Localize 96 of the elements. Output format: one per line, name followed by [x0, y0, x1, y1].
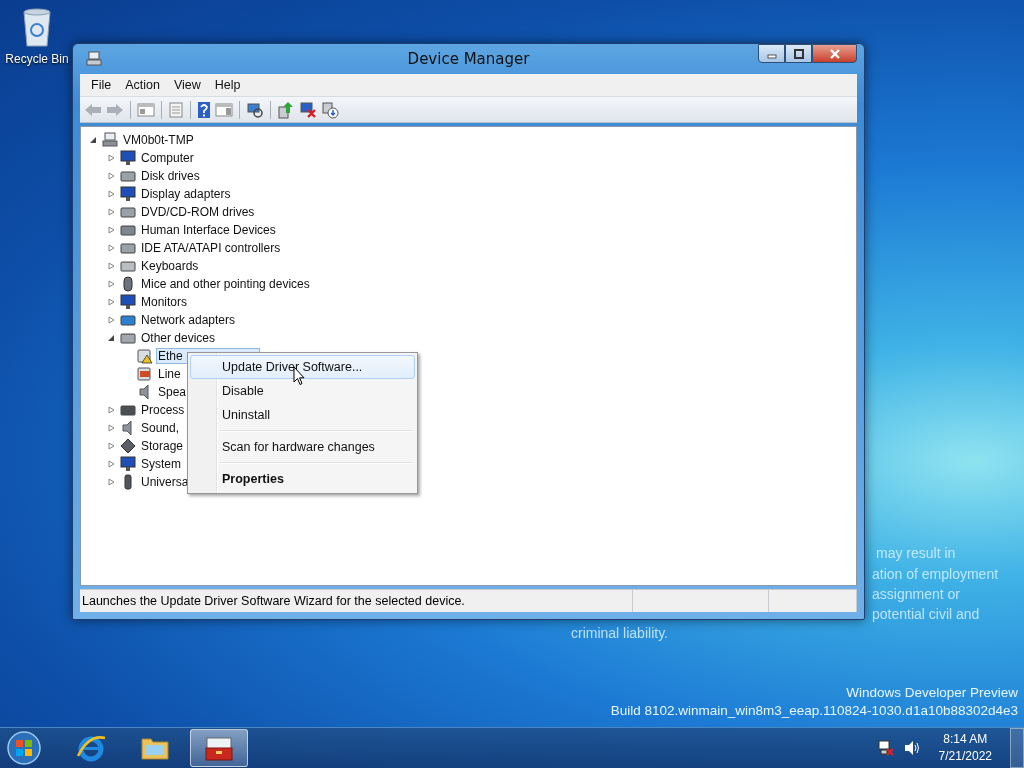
expand-arrow-icon[interactable] [107, 172, 115, 180]
expand-arrow-icon[interactable] [107, 262, 115, 270]
start-orb-icon[interactable] [6, 730, 42, 766]
desktop-notice-text: may result in [876, 545, 956, 561]
back-arrow-icon[interactable] [84, 101, 102, 118]
forward-arrow-icon[interactable] [106, 101, 124, 118]
clock-time[interactable]: 8:14 AM [943, 731, 988, 748]
toolbox-taskbar-button[interactable] [190, 729, 248, 767]
tree-item[interactable]: Sound, [139, 420, 182, 436]
update-driver-icon[interactable] [277, 100, 295, 119]
device-icon [120, 294, 136, 310]
device-icon [120, 186, 136, 202]
device-icon [120, 438, 136, 454]
maximize-button[interactable] [785, 44, 812, 63]
context-menu-item[interactable]: Update Driver Software... [190, 355, 415, 379]
build-info-text: Build 8102.winmain_win8m3_eeap.110824-1030.d1a10b88302d4e3 [610, 703, 1018, 718]
expand-arrow-icon[interactable] [107, 442, 115, 450]
close-icon [828, 48, 841, 59]
expand-arrow-icon[interactable] [107, 154, 115, 162]
device-icon [137, 366, 153, 382]
expand-arrow-icon[interactable] [107, 280, 115, 288]
expand-arrow-icon[interactable] [107, 244, 115, 252]
tree-item[interactable]: DVD/CD-ROM drives [139, 204, 257, 220]
menu-item[interactable]: Action [118, 78, 167, 92]
device-icon [120, 402, 136, 418]
window-title: Device Manager [407, 50, 530, 68]
uninstall-device-icon[interactable] [299, 100, 317, 119]
context-menu-item[interactable]: Disable [190, 379, 415, 403]
context-menu-item[interactable]: Properties [190, 467, 415, 491]
scan-hardware-icon[interactable] [246, 101, 264, 118]
expand-arrow-icon[interactable] [107, 298, 115, 306]
tree-item[interactable]: Other devices [139, 330, 218, 346]
menu-item[interactable]: View [166, 78, 208, 92]
tree-item[interactable]: Monitors [139, 294, 189, 310]
volume-icon[interactable] [902, 740, 921, 756]
build-info-text: Windows Developer Preview [846, 685, 1018, 700]
desktop-notice-text: ation of employment [872, 566, 999, 582]
action-pane-icon[interactable] [215, 101, 233, 118]
network-disconnected-icon[interactable] [876, 739, 895, 757]
show-desktop-button[interactable] [1010, 728, 1024, 768]
device-icon [120, 312, 136, 328]
context-menu-item[interactable]: Scan for hardware changes [190, 435, 415, 459]
tree-item[interactable]: System [139, 456, 183, 472]
device-icon [137, 348, 153, 364]
enable-device-icon[interactable] [321, 100, 339, 119]
tree-item[interactable]: VM0b0t-TMP [121, 132, 196, 148]
tree-item[interactable]: Line [156, 366, 183, 382]
computer-icon [102, 132, 118, 148]
device-icon [120, 222, 136, 238]
tree-item[interactable]: Keyboards [139, 258, 201, 274]
device-icon [120, 456, 136, 472]
tree-item[interactable]: IDE ATA/ATAPI controllers [139, 240, 283, 256]
tree-item[interactable]: Spea [156, 384, 189, 400]
maximize-icon [793, 48, 804, 59]
desktop-notice-text: potential civil and [872, 606, 980, 622]
tree-item[interactable]: Human Interface Devices [139, 222, 278, 238]
tree-item[interactable]: Mice and other pointing devices [139, 276, 312, 292]
expand-arrow-icon[interactable] [107, 208, 115, 216]
close-button[interactable] [812, 44, 857, 63]
menu-item[interactable]: File [84, 78, 119, 92]
expand-arrow-icon[interactable] [107, 316, 115, 324]
tree-item[interactable]: Storage [139, 438, 186, 454]
properties-sheet-icon[interactable] [168, 101, 184, 118]
device-icon [120, 330, 136, 346]
expand-arrow-icon[interactable] [107, 406, 115, 414]
menu-item[interactable]: Help [207, 78, 248, 92]
device-icon [120, 240, 136, 256]
status-bar-text: Launches the Update Driver Software Wizard for the selected device. [80, 590, 633, 612]
tree-item[interactable]: Computer [139, 150, 196, 166]
minimize-button[interactable] [758, 44, 785, 63]
desktop-notice-text: criminal liability. [571, 625, 668, 641]
context-menu-item[interactable]: Uninstall [190, 403, 415, 427]
device-icon [120, 150, 136, 166]
device-icon [120, 258, 136, 274]
expand-arrow-icon[interactable] [107, 424, 115, 432]
expand-arrow-icon[interactable] [107, 478, 115, 486]
tree-item[interactable]: Display adapters [139, 186, 233, 202]
collapse-arrow-icon[interactable] [89, 136, 97, 144]
desktop-notice-text: assignment or [872, 586, 960, 602]
tree-item[interactable]: Network adapters [139, 312, 238, 328]
device-icon [120, 168, 136, 184]
tree-item[interactable]: Universa [139, 474, 191, 490]
device-icon [120, 276, 136, 292]
tree-item[interactable]: Process [139, 402, 187, 418]
device-icon [120, 204, 136, 220]
computer-icon [86, 51, 102, 67]
expand-arrow-icon[interactable] [107, 190, 115, 198]
expand-arrow-icon[interactable] [107, 460, 115, 468]
clock-date[interactable]: 7/21/2022 [938, 748, 992, 765]
tree-item[interactable]: Disk drives [139, 168, 202, 184]
help-icon[interactable] [197, 100, 211, 119]
expand-arrow-icon[interactable] [107, 226, 115, 234]
collapse-arrow-icon[interactable] [107, 334, 115, 342]
trash-bin-icon[interactable] [20, 6, 54, 48]
console-tree-icon[interactable] [137, 101, 155, 118]
desktop-icon-label[interactable]: Recycle Bin [5, 52, 69, 66]
